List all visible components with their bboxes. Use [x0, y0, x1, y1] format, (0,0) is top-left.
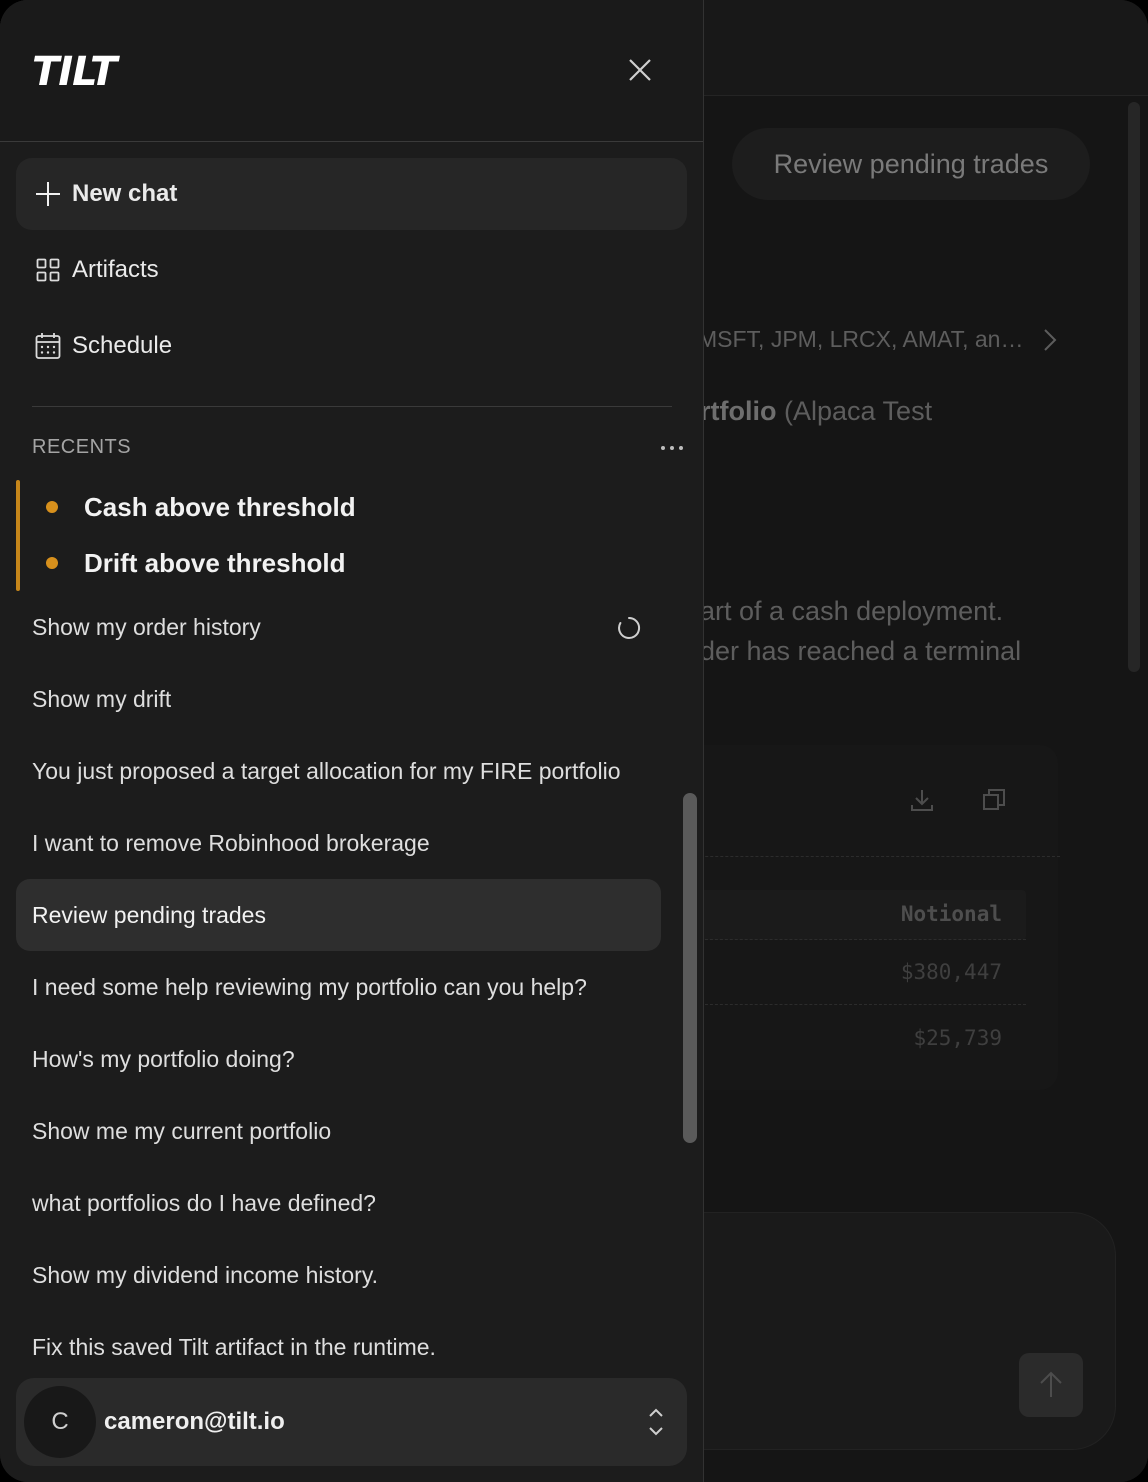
row-divider: [700, 939, 1026, 940]
close-sidebar-button[interactable]: [622, 52, 658, 88]
recent-chat-item[interactable]: Fix this saved Tilt artifact in the runt…: [16, 1311, 661, 1383]
calendar-icon: [34, 332, 62, 360]
alert-title: Drift above threshold: [84, 547, 346, 578]
alert-item[interactable]: Drift above threshold: [24, 537, 664, 589]
sidebar: TILT New chat Artifacts Schedule RECENTS…: [0, 0, 704, 1482]
nav-schedule[interactable]: Schedule: [16, 310, 687, 382]
tickers-summary[interactable]: MSFT, JPM, LRCX, AMAT, an…: [698, 326, 1023, 353]
account-menu-button[interactable]: C cameron@tilt.io: [16, 1378, 687, 1466]
table-cell-notional: $380,447: [900, 960, 1002, 984]
chat-scrollbar[interactable]: [1128, 102, 1140, 672]
alert-title: Cash above threshold: [84, 491, 356, 522]
response-text-line: der has reached a terminal: [700, 636, 1022, 666]
sidebar-scrollbar[interactable]: [683, 793, 697, 1143]
arrow-up-icon: [1040, 1371, 1062, 1397]
grid-icon: [34, 256, 62, 284]
send-button[interactable]: [1019, 1353, 1083, 1417]
table-cell-notional: $25,739: [913, 1026, 1002, 1050]
copy-icon[interactable]: [981, 787, 1007, 813]
chevron-right-icon[interactable]: [1040, 326, 1060, 354]
divider: [660, 856, 1060, 857]
recent-chat-item[interactable]: Show my dividend income history.: [16, 1239, 661, 1311]
artifacts-label: Artifacts: [72, 256, 159, 283]
recent-chat-item[interactable]: Show me my current portfolio: [16, 1095, 661, 1167]
divider: [32, 406, 672, 407]
download-icon[interactable]: [909, 787, 935, 813]
new-chat-button[interactable]: New chat: [16, 158, 687, 230]
spinner-icon: [618, 616, 641, 639]
user-message-bubble: Review pending trades: [732, 128, 1090, 200]
recent-chat-item[interactable]: what portfolios do I have defined?: [16, 1167, 661, 1239]
alert-accent-bar: [16, 480, 20, 591]
recent-chat-item[interactable]: Show my drift: [16, 663, 661, 735]
app-window: Review pending trades MSFT, JPM, LRCX, A…: [0, 0, 1148, 1482]
recent-chat-item-active[interactable]: Review pending trades: [16, 879, 661, 951]
nav-artifacts[interactable]: Artifacts: [16, 234, 687, 306]
sidebar-header: TILT: [0, 0, 703, 142]
column-header-notional: Notional: [900, 902, 1002, 926]
row-divider: [700, 1004, 1026, 1005]
schedule-label: Schedule: [72, 332, 173, 359]
recents-more-button[interactable]: [656, 432, 688, 464]
status-dot: [46, 557, 58, 569]
recent-chat-item[interactable]: I need some help reviewing my portfolio …: [16, 951, 661, 1023]
recent-chat-item[interactable]: Show my order history: [16, 591, 661, 663]
portfolio-line: rtfolio (Alpaca Test: [700, 396, 933, 426]
recent-chat-item[interactable]: You just proposed a target allocation fo…: [16, 735, 661, 807]
alert-item[interactable]: Cash above threshold: [24, 481, 664, 533]
plus-icon: [34, 180, 62, 208]
new-chat-label: New chat: [72, 180, 178, 207]
status-dot: [46, 501, 58, 513]
close-icon: [629, 59, 651, 81]
chevron-updown-icon: [649, 1408, 663, 1436]
recent-chat-item[interactable]: I want to remove Robinhood brokerage: [16, 807, 661, 879]
response-text-line: art of a cash deployment.: [700, 596, 1004, 626]
svg-text:TILT: TILT: [32, 52, 120, 88]
table-header: Notional: [700, 890, 1026, 940]
recents-heading: RECENTS: [32, 436, 132, 458]
avatar: C: [24, 1386, 96, 1458]
recent-chat-item[interactable]: How's my portfolio doing?: [16, 1023, 661, 1095]
tilt-logo[interactable]: TILT: [32, 52, 128, 88]
more-icon: [661, 446, 683, 450]
user-email: cameron@tilt.io: [104, 1408, 285, 1435]
